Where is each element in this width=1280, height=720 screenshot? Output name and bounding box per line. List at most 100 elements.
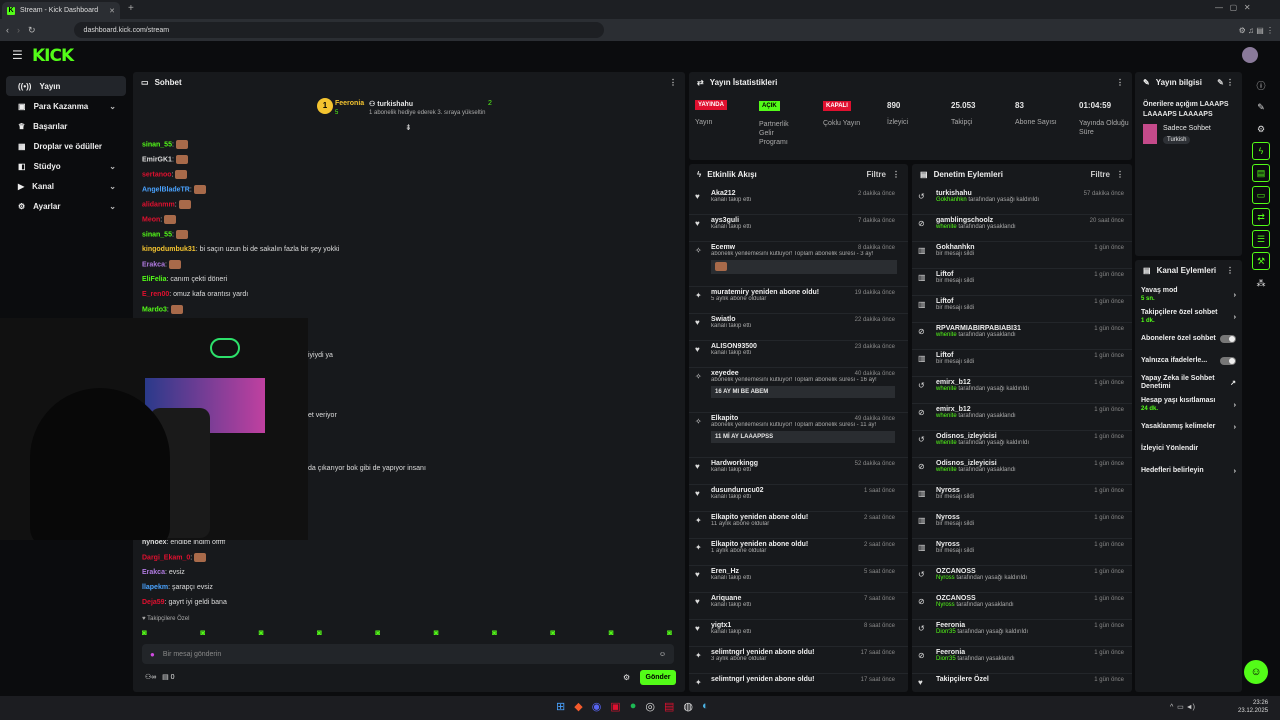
channel-action-item[interactable]: İzleyici Yönlendir (1135, 438, 1242, 460)
emote-icon[interactable]: ◙ (200, 628, 205, 640)
moderation-item[interactable]: ♥ Takipçilere Özel 1 gün önce (918, 676, 1124, 687)
emote-icon[interactable]: ◙ (259, 628, 264, 640)
edit-icon[interactable]: ✎ ⋮ (1217, 78, 1234, 87)
browser-toolbar-icons[interactable]: ⚙ ♫ ▤ ⋮ (1239, 26, 1274, 35)
chat-username[interactable]: Deja59 (142, 599, 165, 606)
toggle-switch[interactable] (1220, 335, 1236, 343)
sidebar-item-ayarlar[interactable]: ⚙ Ayarlar ⌄ (6, 196, 126, 216)
pencil-icon[interactable]: ✎ (1252, 98, 1270, 116)
more-icon[interactable]: ⋮ (1116, 78, 1124, 87)
sidebar-item-yayin[interactable]: ((•)) Yayın (6, 76, 126, 96)
chat-username[interactable]: Erakca (142, 569, 165, 576)
more-icon[interactable]: ⋮ (1226, 266, 1234, 275)
chat-username[interactable]: hynoex (142, 539, 167, 546)
tab-close-icon[interactable]: ✕ (109, 7, 115, 15)
log-icon[interactable]: ▤ (1252, 164, 1270, 182)
taskbar-apps[interactable]: ⊞ ◆ ◉ ▣ ● ◎ ▤ ◍ ◐ (556, 700, 709, 713)
activity-item[interactable]: ♥ Hardworkingg kanalı takip etti 52 dakika … (695, 460, 895, 473)
plugin-icon[interactable]: ⁂ (1252, 274, 1270, 292)
activity-item[interactable]: ✦ muratemiry yeniden abone oldu! 5 aylık a… (695, 289, 895, 302)
activity-item[interactable]: ✦ selimtngrl yeniden abone oldu! 3 aylık a… (695, 649, 895, 662)
sidebar-item-para-kazanma[interactable]: ▣ Para Kazanma ⌄ (6, 96, 126, 116)
chat-username[interactable]: Meon (142, 216, 160, 223)
back-icon[interactable]: ‹ (6, 25, 9, 35)
chat-settings-icon[interactable]: ⚙ (623, 673, 630, 682)
windows-start-icon[interactable]: ⊞ (556, 700, 565, 713)
moderation-item[interactable]: ↺ OZCANOSS Nyross tarafından yasağı kaldır… (918, 568, 1124, 581)
sidebar-item-studyo[interactable]: ◧ Stüdyo ⌄ (6, 156, 126, 176)
sidebar-item-kanal[interactable]: ▶ Kanal ⌄ (6, 176, 126, 196)
new-tab-icon[interactable]: + (128, 3, 134, 14)
chat-username[interactable]: sertanoo (142, 171, 172, 178)
menu-icon[interactable]: ☰ (12, 48, 23, 62)
chat-username[interactable]: EmirGK1 (142, 156, 172, 163)
app-icon[interactable]: ◎ (645, 700, 655, 713)
toggle-switch[interactable] (1220, 357, 1236, 365)
info-icon[interactable]: ⓘ (1252, 76, 1270, 94)
chat-username[interactable]: sinan_55 (142, 231, 172, 238)
tray-icons[interactable]: ^ ▭ ◄) (1170, 703, 1195, 711)
channel-action-item[interactable]: Yasaklanmış kelimeler › (1135, 416, 1242, 438)
activity-item[interactable]: ♥ Eren_Hz kanalı takip etti 5 saat önce (695, 568, 895, 581)
activity-item[interactable]: ✦ Elkapito yeniden abone oldu! 1 aylık abo… (695, 541, 895, 554)
more-icon[interactable]: ⋮ (1116, 170, 1124, 179)
window-controls[interactable]: — ▢ ✕ (1215, 3, 1251, 12)
moderation-item[interactable]: ▥ Liftof bir mesajı sildi 1 gün önce (918, 298, 1124, 311)
activity-item[interactable]: ✧ Ecemw abonelik yenilemesini kutluyor! To… (695, 244, 897, 274)
chat-username[interactable]: kingodumbuk31 (142, 246, 196, 253)
activity-item[interactable]: ♥ ALISON93500 kanalı takip etti 23 dakika ö… (695, 343, 895, 356)
activity-item[interactable]: ♥ dusundurucu02 kanalı takip etti 1 saat ön… (695, 487, 895, 500)
activity-item[interactable]: ♥ Aka212 kanalı takip etti 2 dakika önce (695, 190, 895, 203)
activity-item[interactable]: ✦ Elkapito yeniden abone oldu! 11 aylık ab… (695, 514, 895, 527)
activity-item[interactable]: ♥ Swiatlo kanalı takip etti 22 dakika önce (695, 316, 895, 329)
activity-item[interactable]: ✧ xeyedee abonelik yenilemesini kutluyor! … (695, 370, 895, 398)
activity-item[interactable]: ✧ Elkapito abonelik yenilemesini kutluyor!… (695, 415, 895, 443)
more-icon[interactable]: ⋮ (669, 78, 677, 87)
moderation-item[interactable]: ⊘ Feeronia Diorr35 tarafından yasaklandı 1 … (918, 649, 1124, 662)
emote-icon[interactable]: ◙ (609, 628, 614, 640)
reload-icon[interactable]: ↻ (28, 25, 36, 36)
moderation-item[interactable]: ↺ turkishahu Gokhanhkn tarafından yasağı k… (918, 190, 1124, 203)
sidebar-item-basarilar[interactable]: ♛ Başarılar (6, 116, 126, 136)
clock[interactable]: 23:26 23.12.2025 (1238, 699, 1268, 715)
moderation-item[interactable]: ▥ Liftof bir mesajı sildi 1 gün önce (918, 352, 1124, 365)
brave-icon[interactable]: ◆ (574, 700, 582, 713)
activity-item[interactable]: ♥ ays3guli kanalı takip etti 7 dakika önce (695, 217, 895, 230)
moderation-item[interactable]: ▥ Nyross bir mesajı sildi 1 gün önce (918, 487, 1124, 500)
channel-action-item[interactable]: Yapay Zeka ile Sohbet Denetimi ↗ (1135, 372, 1242, 394)
app-icon[interactable]: ▣ (610, 700, 620, 713)
sidebar-item-droplar[interactable]: ▦ Droplar ve ödüller (6, 136, 126, 156)
channel-action-item[interactable]: Hesap yaşı kısıtlaması 24 dk. › (1135, 394, 1242, 416)
chat-username[interactable]: E_ren00 (142, 291, 169, 298)
emote-bar[interactable]: ◙ ◙ ◙ ◙ ◙ ◙ ◙ ◙ ◙ ◙ (142, 628, 672, 640)
avatar[interactable] (1242, 47, 1258, 63)
more-icon[interactable]: ⋮ (892, 170, 900, 179)
kick-logo[interactable]: KICK (32, 46, 74, 66)
moderation-item[interactable]: ▥ Gokhanhkn bir mesajı sildi 1 gün önce (918, 244, 1124, 257)
stats-icon[interactable]: ⇄ (1252, 208, 1270, 226)
emoji-icon[interactable]: ☺ (659, 651, 666, 658)
list-icon[interactable]: ☰ (1252, 230, 1270, 248)
moderation-item[interactable]: ⊘ gamblingschoolz whenite tarafından yasak… (918, 217, 1124, 230)
emote-icon[interactable]: ◙ (550, 628, 555, 640)
moderation-item[interactable]: ▥ Nyross bir mesajı sildi 1 gün önce (918, 541, 1124, 554)
channel-action-item[interactable]: Yalnızca ifadelerle... (1135, 350, 1242, 372)
channel-action-item[interactable]: Hedefleri belirleyin › (1135, 460, 1242, 482)
send-button[interactable]: Gönder (640, 670, 676, 685)
chat-username[interactable]: alidanmm (142, 201, 175, 208)
moderation-item[interactable]: ⊘ emirx_b12 whenite tarafından yasaklandı 1… (918, 406, 1124, 419)
activity-item[interactable]: ♥ Ariquane kanalı takip etti 7 saat önce (695, 595, 895, 608)
emote-icon[interactable]: ◙ (142, 628, 147, 640)
filter-button[interactable]: Filtre (1090, 170, 1110, 179)
help-chat-button[interactable]: ☺ (1244, 660, 1268, 684)
channel-action-item[interactable]: Yavaş mod 5 sn. › (1135, 284, 1242, 306)
settings-icon[interactable]: ⚙ (1252, 120, 1270, 138)
activity-item[interactable]: ♥ yigtx1 kanalı takip etti 8 saat önce (695, 622, 895, 635)
moderation-item[interactable]: ↺ Feeronia Diorr35 tarafından yasağı kaldı… (918, 622, 1124, 635)
browser-tab[interactable]: K Stream - Kick Dashboard ✕ (2, 2, 120, 19)
chat-username[interactable]: Mardo3 (142, 306, 167, 313)
chat-input[interactable]: ● Bir mesaj gönderin ☺ (142, 644, 674, 664)
mic-icon[interactable]: ● (150, 650, 155, 659)
chat-username[interactable]: Erakca (142, 261, 165, 268)
chat-username[interactable]: AngelBladeTR (142, 186, 190, 193)
